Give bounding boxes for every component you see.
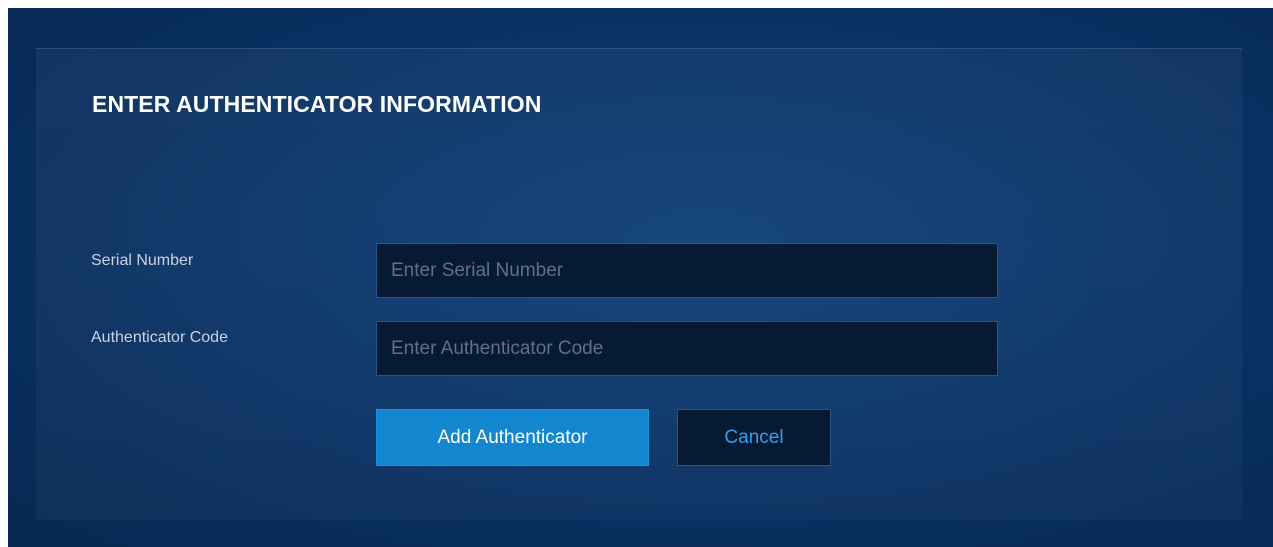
serial-number-input[interactable] <box>376 243 998 298</box>
serial-number-label: Serial Number <box>91 252 194 269</box>
authenticator-code-input[interactable] <box>376 321 998 376</box>
add-authenticator-button[interactable]: Add Authenticator <box>376 409 649 466</box>
cancel-button[interactable]: Cancel <box>677 409 831 466</box>
authenticator-code-label: Authenticator Code <box>91 329 228 346</box>
form-title: ENTER AUTHENTICATOR INFORMATION <box>92 91 542 117</box>
